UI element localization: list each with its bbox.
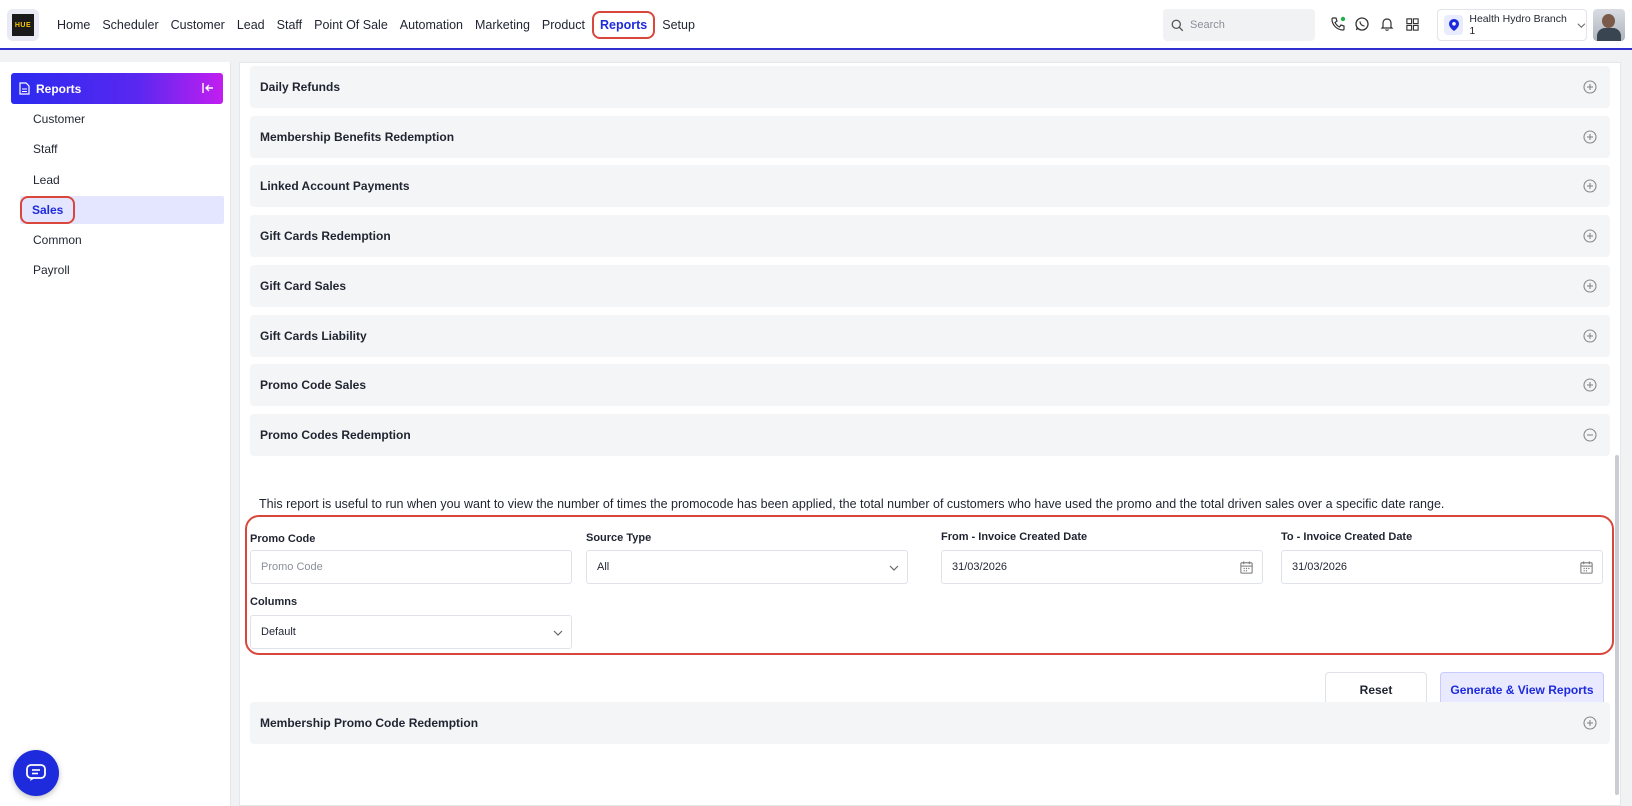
branch-selector[interactable]: Health Hydro Branch 1 [1437, 9, 1587, 41]
expand-plus-icon [1583, 130, 1597, 144]
chat-button[interactable] [13, 750, 59, 796]
expand-plus-icon [1583, 378, 1597, 392]
accordion-promo-codes-redemption[interactable]: Promo Codes Redemption [250, 414, 1610, 456]
logo-text: HUE [14, 21, 32, 29]
chat-bubble-icon [26, 764, 46, 781]
nav-marketing[interactable]: Marketing [469, 18, 536, 32]
nav-setup[interactable]: Setup [656, 18, 701, 32]
expand-plus-icon [1583, 179, 1597, 193]
whatsapp-icon[interactable] [1353, 15, 1371, 33]
nav-home[interactable]: Home [51, 18, 96, 32]
collapse-minus-icon [1583, 428, 1597, 442]
report-doc-icon [19, 82, 30, 95]
accordion-membership-promo-code-redemption[interactable]: Membership Promo Code Redemption [250, 702, 1610, 744]
nav-reports[interactable]: Reports [592, 11, 656, 39]
nav-customer[interactable]: Customer [165, 18, 231, 32]
user-avatar[interactable] [1593, 9, 1625, 41]
expand-plus-icon [1583, 329, 1597, 343]
branch-name: Health Hydro Branch 1 [1469, 13, 1567, 37]
report-description: This report is useful to run when you wa… [259, 497, 1445, 511]
accordion-membership-benefits-redemption[interactable]: Membership Benefits Redemption [250, 116, 1610, 158]
sidebar-item-common[interactable]: Common [20, 226, 224, 254]
accordion-promo-code-sales[interactable]: Promo Code Sales [250, 364, 1610, 406]
accordion-gift-cards-liability[interactable]: Gift Cards Liability [250, 315, 1610, 357]
nav-staff[interactable]: Staff [271, 18, 308, 32]
calendar-icon[interactable] [1239, 560, 1254, 575]
chevron-down-icon [1577, 22, 1586, 28]
chevron-down-icon [553, 630, 563, 636]
expand-plus-icon [1583, 279, 1597, 293]
sidebar-header: Reports [11, 73, 223, 104]
location-pin-icon [1444, 15, 1464, 35]
sidebar-item-sales[interactable]: Sales [20, 196, 224, 224]
accordion-linked-account-payments[interactable]: Linked Account Payments [250, 165, 1610, 207]
chevron-down-icon [889, 565, 899, 571]
accordion-daily-refunds[interactable]: Daily Refunds [250, 66, 1610, 108]
expand-plus-icon [1583, 716, 1597, 730]
grid-icon[interactable] [1403, 15, 1421, 33]
main-nav: Home Scheduler Customer Lead Staff Point… [51, 0, 701, 50]
source-type-select[interactable]: All [586, 550, 908, 584]
columns-label: Columns [250, 596, 298, 608]
sidebar-item-payroll[interactable]: Payroll [20, 256, 224, 284]
search-box[interactable]: Search [1163, 9, 1315, 41]
top-navbar: HUE Home Scheduler Customer Lead Staff P… [0, 0, 1632, 50]
nav-product[interactable]: Product [536, 18, 591, 32]
content-scrollbar[interactable] [1614, 63, 1620, 806]
collapse-sidebar-icon[interactable] [201, 81, 215, 95]
app-logo[interactable]: HUE [7, 9, 39, 41]
sidebar-item-lead[interactable]: Lead [20, 166, 224, 194]
search-placeholder: Search [1190, 19, 1225, 31]
sidebar: Reports Customer Staff Lead Sales Common… [0, 62, 231, 806]
sidebar-item-customer[interactable]: Customer [20, 105, 224, 133]
to-date-input[interactable]: 31/03/2026 [1281, 550, 1603, 584]
nav-point-of-sale[interactable]: Point Of Sale [308, 18, 394, 32]
nav-lead[interactable]: Lead [231, 18, 271, 32]
bell-icon[interactable] [1378, 15, 1396, 33]
nav-scheduler[interactable]: Scheduler [96, 18, 164, 32]
scrollbar-thumb[interactable] [1615, 455, 1619, 795]
source-type-label: Source Type [586, 532, 652, 544]
calendar-icon[interactable] [1579, 560, 1594, 575]
to-date-label: To - Invoice Created Date [1281, 531, 1413, 543]
sidebar-item-staff[interactable]: Staff [20, 135, 224, 163]
promo-code-label: Promo Code [250, 533, 316, 545]
reports-content: Daily Refunds Membership Benefits Redemp… [239, 62, 1621, 806]
expand-plus-icon [1583, 229, 1597, 243]
accordion-gift-cards-redemption[interactable]: Gift Cards Redemption [250, 215, 1610, 257]
sidebar-title: Reports [36, 81, 82, 96]
nav-automation[interactable]: Automation [394, 18, 469, 32]
columns-select[interactable]: Default [250, 615, 572, 649]
from-date-label: From - Invoice Created Date [941, 531, 1088, 543]
from-date-input[interactable]: 31/03/2026 [941, 550, 1263, 584]
promo-code-input[interactable]: Promo Code [250, 550, 572, 584]
accordion-gift-card-sales[interactable]: Gift Card Sales [250, 265, 1610, 307]
search-icon [1171, 19, 1184, 31]
phone-icon[interactable] [1329, 15, 1347, 33]
expand-plus-icon [1583, 80, 1597, 94]
